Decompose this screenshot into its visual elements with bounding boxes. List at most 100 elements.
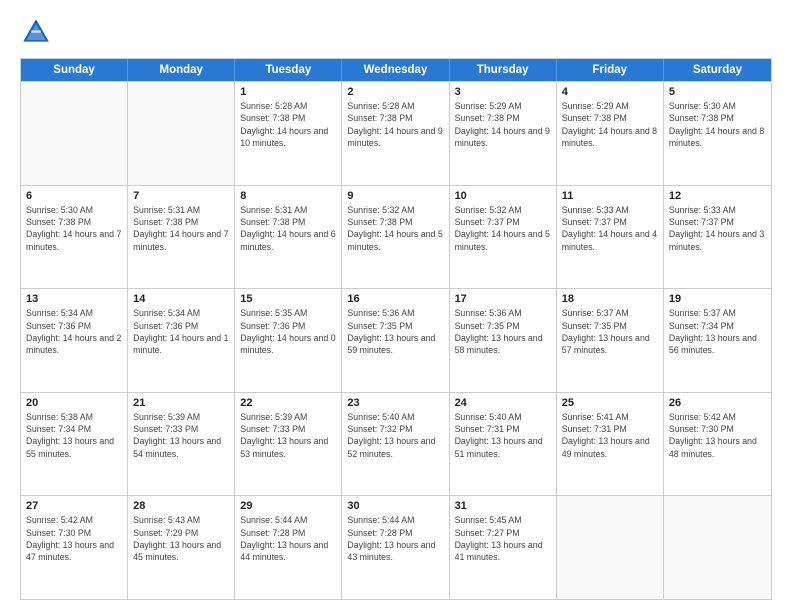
cal-cell: 18Sunrise: 5:37 AM Sunset: 7:35 PM Dayli… (557, 289, 664, 392)
logo (20, 16, 56, 48)
cell-info: Sunrise: 5:32 AM Sunset: 7:38 PM Dayligh… (347, 204, 443, 253)
cell-day-number: 18 (562, 293, 658, 305)
cell-day-number: 20 (26, 397, 122, 409)
cal-cell (128, 82, 235, 185)
cell-info: Sunrise: 5:45 AM Sunset: 7:27 PM Dayligh… (455, 514, 551, 563)
cal-cell: 17 Sunrise: 5:36 AM Sunset: 7:35 PM Dayli… (450, 289, 557, 392)
cell-info: Sunrise: 5:34 AM Sunset: 7:36 PM Dayligh… (26, 307, 122, 356)
cell-day-number: 1 (240, 86, 336, 98)
cell-info: Sunrise: 5:36 AM Sunset: 7:35 PM Dayligh… (455, 307, 551, 356)
logo-icon (20, 16, 52, 48)
cal-cell: 4Sunrise: 5:29 AM Sunset: 7:38 PM Daylig… (557, 82, 664, 185)
cal-header-thursday: Thursday (450, 59, 557, 81)
cal-cell: 2 Sunrise: 5:28 AM Sunset: 7:38 PM Daylig… (342, 82, 449, 185)
cell-info: Sunrise: 5:31 AM Sunset: 7:38 PM Dayligh… (240, 204, 336, 253)
cal-cell: 28 Sunrise: 5:43 AM Sunset: 7:29 PM Dayli… (128, 496, 235, 599)
cell-info: Sunrise: 5:39 AM Sunset: 7:33 PM Dayligh… (133, 411, 229, 460)
cell-info: Sunrise: 5:28 AM Sunset: 7:38 PM Dayligh… (347, 100, 443, 149)
cal-week-1: 6 Sunrise: 5:30 AM Sunset: 7:38 PM Daylig… (21, 185, 771, 289)
cell-info: Sunrise: 5:32 AM Sunset: 7:37 PM Dayligh… (455, 204, 551, 253)
cell-day-number: 7 (133, 190, 229, 202)
cal-cell: 14Sunrise: 5:34 AM Sunset: 7:36 PM Dayli… (128, 289, 235, 392)
cal-header-wednesday: Wednesday (342, 59, 449, 81)
cell-day-number: 23 (347, 397, 443, 409)
cell-day-number: 2 (347, 86, 443, 98)
cell-info: Sunrise: 5:36 AM Sunset: 7:35 PM Dayligh… (347, 307, 443, 356)
cal-cell: 8 Sunrise: 5:31 AM Sunset: 7:38 PM Daylig… (235, 186, 342, 289)
cal-cell: 15 Sunrise: 5:35 AM Sunset: 7:36 PM Dayli… (235, 289, 342, 392)
cal-cell: 9 Sunrise: 5:32 AM Sunset: 7:38 PM Daylig… (342, 186, 449, 289)
cell-info: Sunrise: 5:44 AM Sunset: 7:28 PM Dayligh… (347, 514, 443, 563)
cell-day-number: 30 (347, 500, 443, 512)
cal-cell: 19 Sunrise: 5:37 AM Sunset: 7:34 PM Dayli… (664, 289, 771, 392)
cell-info: Sunrise: 5:43 AM Sunset: 7:29 PM Dayligh… (133, 514, 229, 563)
cal-cell: 26 Sunrise: 5:42 AM Sunset: 7:30 PM Dayli… (664, 393, 771, 496)
cal-cell: 13 Sunrise: 5:34 AM Sunset: 7:36 PM Dayli… (21, 289, 128, 392)
cal-header-sunday: Sunday (21, 59, 128, 81)
cal-cell (664, 496, 771, 599)
cell-info: Sunrise: 5:42 AM Sunset: 7:30 PM Dayligh… (669, 411, 766, 460)
cal-header-friday: Friday (557, 59, 664, 81)
cal-header-tuesday: Tuesday (235, 59, 342, 81)
cal-cell: 5Sunrise: 5:30 AM Sunset: 7:38 PM Daylig… (664, 82, 771, 185)
cal-cell: 1 Sunrise: 5:28 AM Sunset: 7:38 PM Daylig… (235, 82, 342, 185)
cell-day-number: 28 (133, 500, 229, 512)
cal-cell: 6 Sunrise: 5:30 AM Sunset: 7:38 PM Daylig… (21, 186, 128, 289)
cal-cell: 25Sunrise: 5:41 AM Sunset: 7:31 PM Dayli… (557, 393, 664, 496)
cal-week-0: 1 Sunrise: 5:28 AM Sunset: 7:38 PM Daylig… (21, 81, 771, 185)
cell-day-number: 26 (669, 397, 766, 409)
cell-day-number: 4 (562, 86, 658, 98)
cell-day-number: 24 (455, 397, 551, 409)
cell-info: Sunrise: 5:44 AM Sunset: 7:28 PM Dayligh… (240, 514, 336, 563)
cell-info: Sunrise: 5:33 AM Sunset: 7:37 PM Dayligh… (669, 204, 766, 253)
calendar-header-row: SundayMondayTuesdayWednesdayThursdayFrid… (21, 59, 771, 81)
cal-header-monday: Monday (128, 59, 235, 81)
cell-day-number: 6 (26, 190, 122, 202)
cell-day-number: 21 (133, 397, 229, 409)
cal-week-3: 20 Sunrise: 5:38 AM Sunset: 7:34 PM Dayli… (21, 392, 771, 496)
cal-cell: 3 Sunrise: 5:29 AM Sunset: 7:38 PM Daylig… (450, 82, 557, 185)
cell-info: Sunrise: 5:37 AM Sunset: 7:34 PM Dayligh… (669, 307, 766, 356)
cell-day-number: 27 (26, 500, 122, 512)
cal-cell: 7Sunrise: 5:31 AM Sunset: 7:38 PM Daylig… (128, 186, 235, 289)
cal-cell (557, 496, 664, 599)
page: SundayMondayTuesdayWednesdayThursdayFrid… (0, 0, 792, 612)
cell-day-number: 13 (26, 293, 122, 305)
cell-day-number: 22 (240, 397, 336, 409)
cal-cell: 20 Sunrise: 5:38 AM Sunset: 7:34 PM Dayli… (21, 393, 128, 496)
cell-day-number: 11 (562, 190, 658, 202)
cal-cell: 22 Sunrise: 5:39 AM Sunset: 7:33 PM Dayli… (235, 393, 342, 496)
cell-info: Sunrise: 5:42 AM Sunset: 7:30 PM Dayligh… (26, 514, 122, 563)
cell-info: Sunrise: 5:29 AM Sunset: 7:38 PM Dayligh… (455, 100, 551, 149)
cal-cell: 11 Sunrise: 5:33 AM Sunset: 7:37 PM Dayli… (557, 186, 664, 289)
cell-day-number: 8 (240, 190, 336, 202)
cell-info: Sunrise: 5:39 AM Sunset: 7:33 PM Dayligh… (240, 411, 336, 460)
header (20, 16, 772, 48)
cell-info: Sunrise: 5:40 AM Sunset: 7:31 PM Dayligh… (455, 411, 551, 460)
cal-cell: 23 Sunrise: 5:40 AM Sunset: 7:32 PM Dayli… (342, 393, 449, 496)
cal-cell (21, 82, 128, 185)
cell-day-number: 17 (455, 293, 551, 305)
cell-info: Sunrise: 5:38 AM Sunset: 7:34 PM Dayligh… (26, 411, 122, 460)
cell-day-number: 19 (669, 293, 766, 305)
cell-day-number: 31 (455, 500, 551, 512)
cal-cell: 29 Sunrise: 5:44 AM Sunset: 7:28 PM Dayli… (235, 496, 342, 599)
cell-day-number: 12 (669, 190, 766, 202)
cell-day-number: 10 (455, 190, 551, 202)
cell-day-number: 3 (455, 86, 551, 98)
cal-cell: 16Sunrise: 5:36 AM Sunset: 7:35 PM Dayli… (342, 289, 449, 392)
cell-info: Sunrise: 5:33 AM Sunset: 7:37 PM Dayligh… (562, 204, 658, 253)
cal-cell: 21 Sunrise: 5:39 AM Sunset: 7:33 PM Dayli… (128, 393, 235, 496)
cal-cell: 30 Sunrise: 5:44 AM Sunset: 7:28 PM Dayli… (342, 496, 449, 599)
cell-info: Sunrise: 5:28 AM Sunset: 7:38 PM Dayligh… (240, 100, 336, 149)
cell-day-number: 15 (240, 293, 336, 305)
cal-cell: 10 Sunrise: 5:32 AM Sunset: 7:37 PM Dayli… (450, 186, 557, 289)
calendar-body: 1 Sunrise: 5:28 AM Sunset: 7:38 PM Daylig… (21, 81, 771, 599)
cell-info: Sunrise: 5:35 AM Sunset: 7:36 PM Dayligh… (240, 307, 336, 356)
calendar: SundayMondayTuesdayWednesdayThursdayFrid… (20, 58, 772, 600)
cell-day-number: 9 (347, 190, 443, 202)
cell-day-number: 29 (240, 500, 336, 512)
cell-info: Sunrise: 5:40 AM Sunset: 7:32 PM Dayligh… (347, 411, 443, 460)
cal-header-saturday: Saturday (664, 59, 771, 81)
cell-info: Sunrise: 5:30 AM Sunset: 7:38 PM Dayligh… (26, 204, 122, 253)
